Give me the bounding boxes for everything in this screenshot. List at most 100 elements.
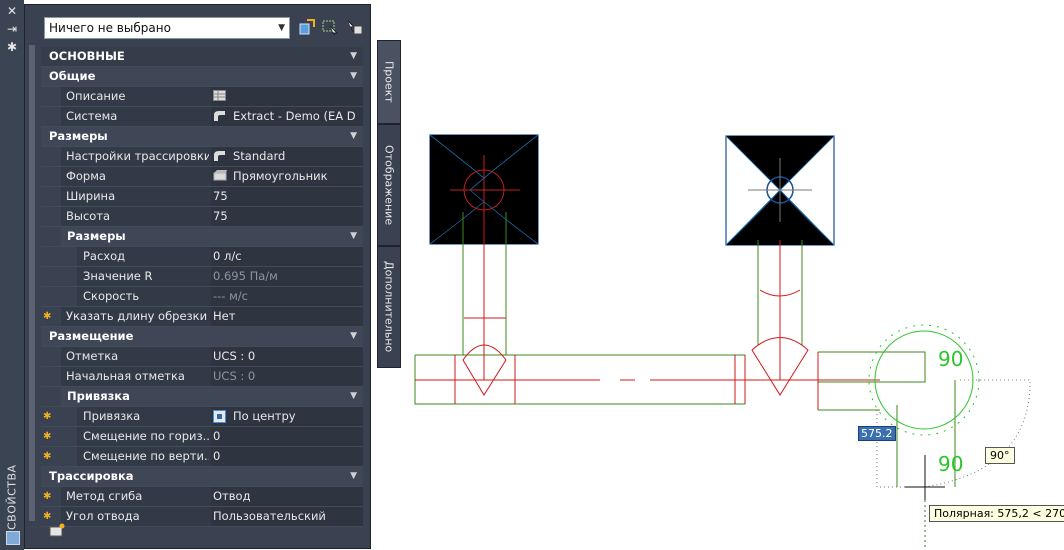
property-row[interactable]: Ширина 75 bbox=[41, 187, 363, 207]
property-label: Привязка bbox=[83, 409, 141, 423]
group-label: Общие bbox=[49, 69, 96, 83]
table-icon bbox=[213, 90, 226, 104]
center-snap-icon bbox=[213, 410, 226, 426]
property-label: Указать длину обрезки bbox=[66, 309, 208, 323]
palette-icon bbox=[6, 531, 20, 545]
property-label: Ширина bbox=[66, 189, 116, 203]
property-value[interactable]: Отвод bbox=[213, 487, 343, 506]
property-row[interactable]: Скорость --- м/с bbox=[41, 287, 363, 307]
autohide-icon[interactable]: ⇥ bbox=[5, 22, 19, 36]
angle-mark-top: 90 bbox=[938, 347, 963, 371]
dynamic-input-distance[interactable]: 575.2 bbox=[858, 426, 896, 441]
selection-dropdown[interactable]: Ничего не выбрано ▼ bbox=[44, 17, 290, 39]
property-subgroup-header[interactable]: Привязка ▼ bbox=[41, 387, 363, 407]
property-row[interactable]: Настройки трассировки Standard bbox=[41, 147, 363, 167]
close-icon[interactable]: ✕ bbox=[5, 4, 19, 18]
toggle-pickadd-icon[interactable] bbox=[298, 18, 316, 36]
star-icon: ✱ bbox=[43, 411, 52, 422]
chevron-down-icon[interactable]: ▼ bbox=[350, 227, 357, 246]
property-label: Настройки трассировки bbox=[66, 149, 209, 163]
group-label: ОСНОВНЫЕ bbox=[49, 49, 125, 63]
property-row[interactable]: ✱ Указать длину обрезки Нет bbox=[41, 307, 363, 327]
property-label: Скорость bbox=[83, 289, 140, 303]
property-value[interactable]: --- м/с bbox=[213, 287, 343, 306]
property-row[interactable]: Отметка UCS : 0 bbox=[41, 347, 363, 367]
tab-extended[interactable]: Дополнительно bbox=[377, 246, 401, 368]
chevron-down-icon[interactable]: ▼ bbox=[350, 127, 357, 146]
angle-tooltip: 90° bbox=[985, 447, 1015, 464]
palette-scrollbar[interactable] bbox=[29, 45, 35, 521]
property-label: Угол отвода bbox=[66, 509, 140, 523]
property-value[interactable]: 0 bbox=[213, 447, 343, 466]
star-icon: ✱ bbox=[43, 311, 52, 322]
selection-value: Ничего не выбрано bbox=[49, 21, 171, 35]
property-label: Метод сгиба bbox=[66, 489, 143, 503]
star-icon: ✱ bbox=[43, 451, 52, 462]
property-value[interactable]: UCS : 0 bbox=[213, 347, 343, 366]
property-row[interactable]: ✱ Угол отвода Пользовательский bbox=[41, 507, 363, 527]
property-row[interactable]: ✱ Смещение по верти... 0 bbox=[41, 447, 363, 467]
property-value[interactable]: 75 bbox=[213, 207, 343, 226]
palette-title: СВОЙСТВА bbox=[5, 464, 19, 530]
property-value[interactable]: Extract - Demo (EA D bbox=[233, 107, 363, 126]
quick-select-icon[interactable] bbox=[345, 18, 363, 36]
chevron-down-icon[interactable]: ▼ bbox=[350, 387, 357, 406]
group-label: Размеры bbox=[49, 129, 108, 143]
property-group-header[interactable]: Размещение ▼ bbox=[41, 327, 363, 347]
property-subgroup-header[interactable]: Размеры ▼ bbox=[41, 227, 363, 247]
property-group-header[interactable]: Трассировка ▼ bbox=[41, 467, 363, 487]
tab-display[interactable]: Отображение bbox=[377, 124, 401, 246]
property-row[interactable]: ✱ Метод сгиба Отвод bbox=[41, 487, 363, 507]
property-row[interactable]: Начальная отметка UCS : 0 bbox=[41, 367, 363, 387]
property-label: Смещение по верти... bbox=[83, 449, 209, 463]
property-label: Форма bbox=[66, 169, 106, 183]
property-label: Описание bbox=[66, 89, 126, 103]
section-header[interactable]: ОСНОВНЫЕ ▼ bbox=[41, 47, 363, 67]
property-value[interactable]: 0 bbox=[213, 427, 343, 446]
property-value[interactable]: Нет bbox=[213, 307, 343, 326]
property-row[interactable]: Описание bbox=[41, 87, 363, 107]
subgroup-label: Привязка bbox=[67, 389, 130, 403]
properties-palette: ✕ ⇥ ✱ СВОЙСТВА Ничего не выбрано ▼ ОСНОВ… bbox=[0, 0, 401, 550]
properties-grid: ОСНОВНЫЕ ▼ Общие ▼ Описание Система Extract - … bbox=[41, 47, 363, 527]
select-objects-icon[interactable] bbox=[321, 18, 339, 36]
polar-tooltip: Полярная: 575,2 < 270° bbox=[929, 505, 1064, 522]
chevron-down-icon[interactable]: ▼ bbox=[350, 327, 357, 346]
property-value[interactable]: 0.695 Па/м bbox=[213, 267, 343, 286]
star-icon: ✱ bbox=[43, 491, 52, 502]
property-value[interactable]: 75 bbox=[213, 187, 343, 206]
subgroup-label: Размеры bbox=[67, 229, 126, 243]
group-label: Трассировка bbox=[49, 469, 134, 483]
right-grille[interactable] bbox=[725, 135, 835, 246]
chevron-down-icon: ▼ bbox=[278, 23, 285, 33]
property-value[interactable]: UCS : 0 bbox=[213, 367, 343, 386]
property-row[interactable]: Высота 75 bbox=[41, 207, 363, 227]
property-value[interactable]: Пользовательский bbox=[213, 507, 343, 526]
property-row[interactable]: Расход 0 л/с bbox=[41, 247, 363, 267]
property-row[interactable]: Форма Прямоугольник bbox=[41, 167, 363, 187]
chevron-down-icon[interactable]: ▼ bbox=[350, 67, 357, 86]
property-value[interactable]: Прямоугольник bbox=[233, 167, 363, 186]
chevron-down-icon[interactable]: ▼ bbox=[350, 467, 357, 486]
property-row[interactable]: ✱ Привязка По центру bbox=[41, 407, 363, 427]
property-value[interactable]: Standard bbox=[233, 147, 363, 166]
group-label: Размещение bbox=[49, 329, 134, 343]
shape-icon bbox=[213, 170, 227, 184]
drawing-canvas[interactable]: 90 90 bbox=[400, 0, 1064, 550]
property-label: Система bbox=[66, 109, 118, 123]
property-label: Расход bbox=[83, 249, 126, 263]
property-label: Высота bbox=[66, 209, 111, 223]
add-property-icon[interactable] bbox=[49, 523, 65, 537]
property-value[interactable]: По центру bbox=[233, 407, 363, 426]
tab-project[interactable]: Проект bbox=[377, 40, 401, 124]
property-row[interactable]: Система Extract - Demo (EA D bbox=[41, 107, 363, 127]
routing-icon bbox=[213, 150, 226, 165]
property-row[interactable]: Значение R 0.695 Па/м bbox=[41, 267, 363, 287]
settings-icon[interactable]: ✱ bbox=[5, 40, 19, 54]
angle-mark-bottom: 90 bbox=[938, 452, 963, 476]
property-row[interactable]: ✱ Смещение по гориз... 0 bbox=[41, 427, 363, 447]
property-value[interactable]: 0 л/с bbox=[213, 247, 343, 266]
property-group-header[interactable]: Общие ▼ bbox=[41, 67, 363, 87]
chevron-down-icon[interactable]: ▼ bbox=[350, 47, 357, 66]
property-group-header[interactable]: Размеры ▼ bbox=[41, 127, 363, 147]
